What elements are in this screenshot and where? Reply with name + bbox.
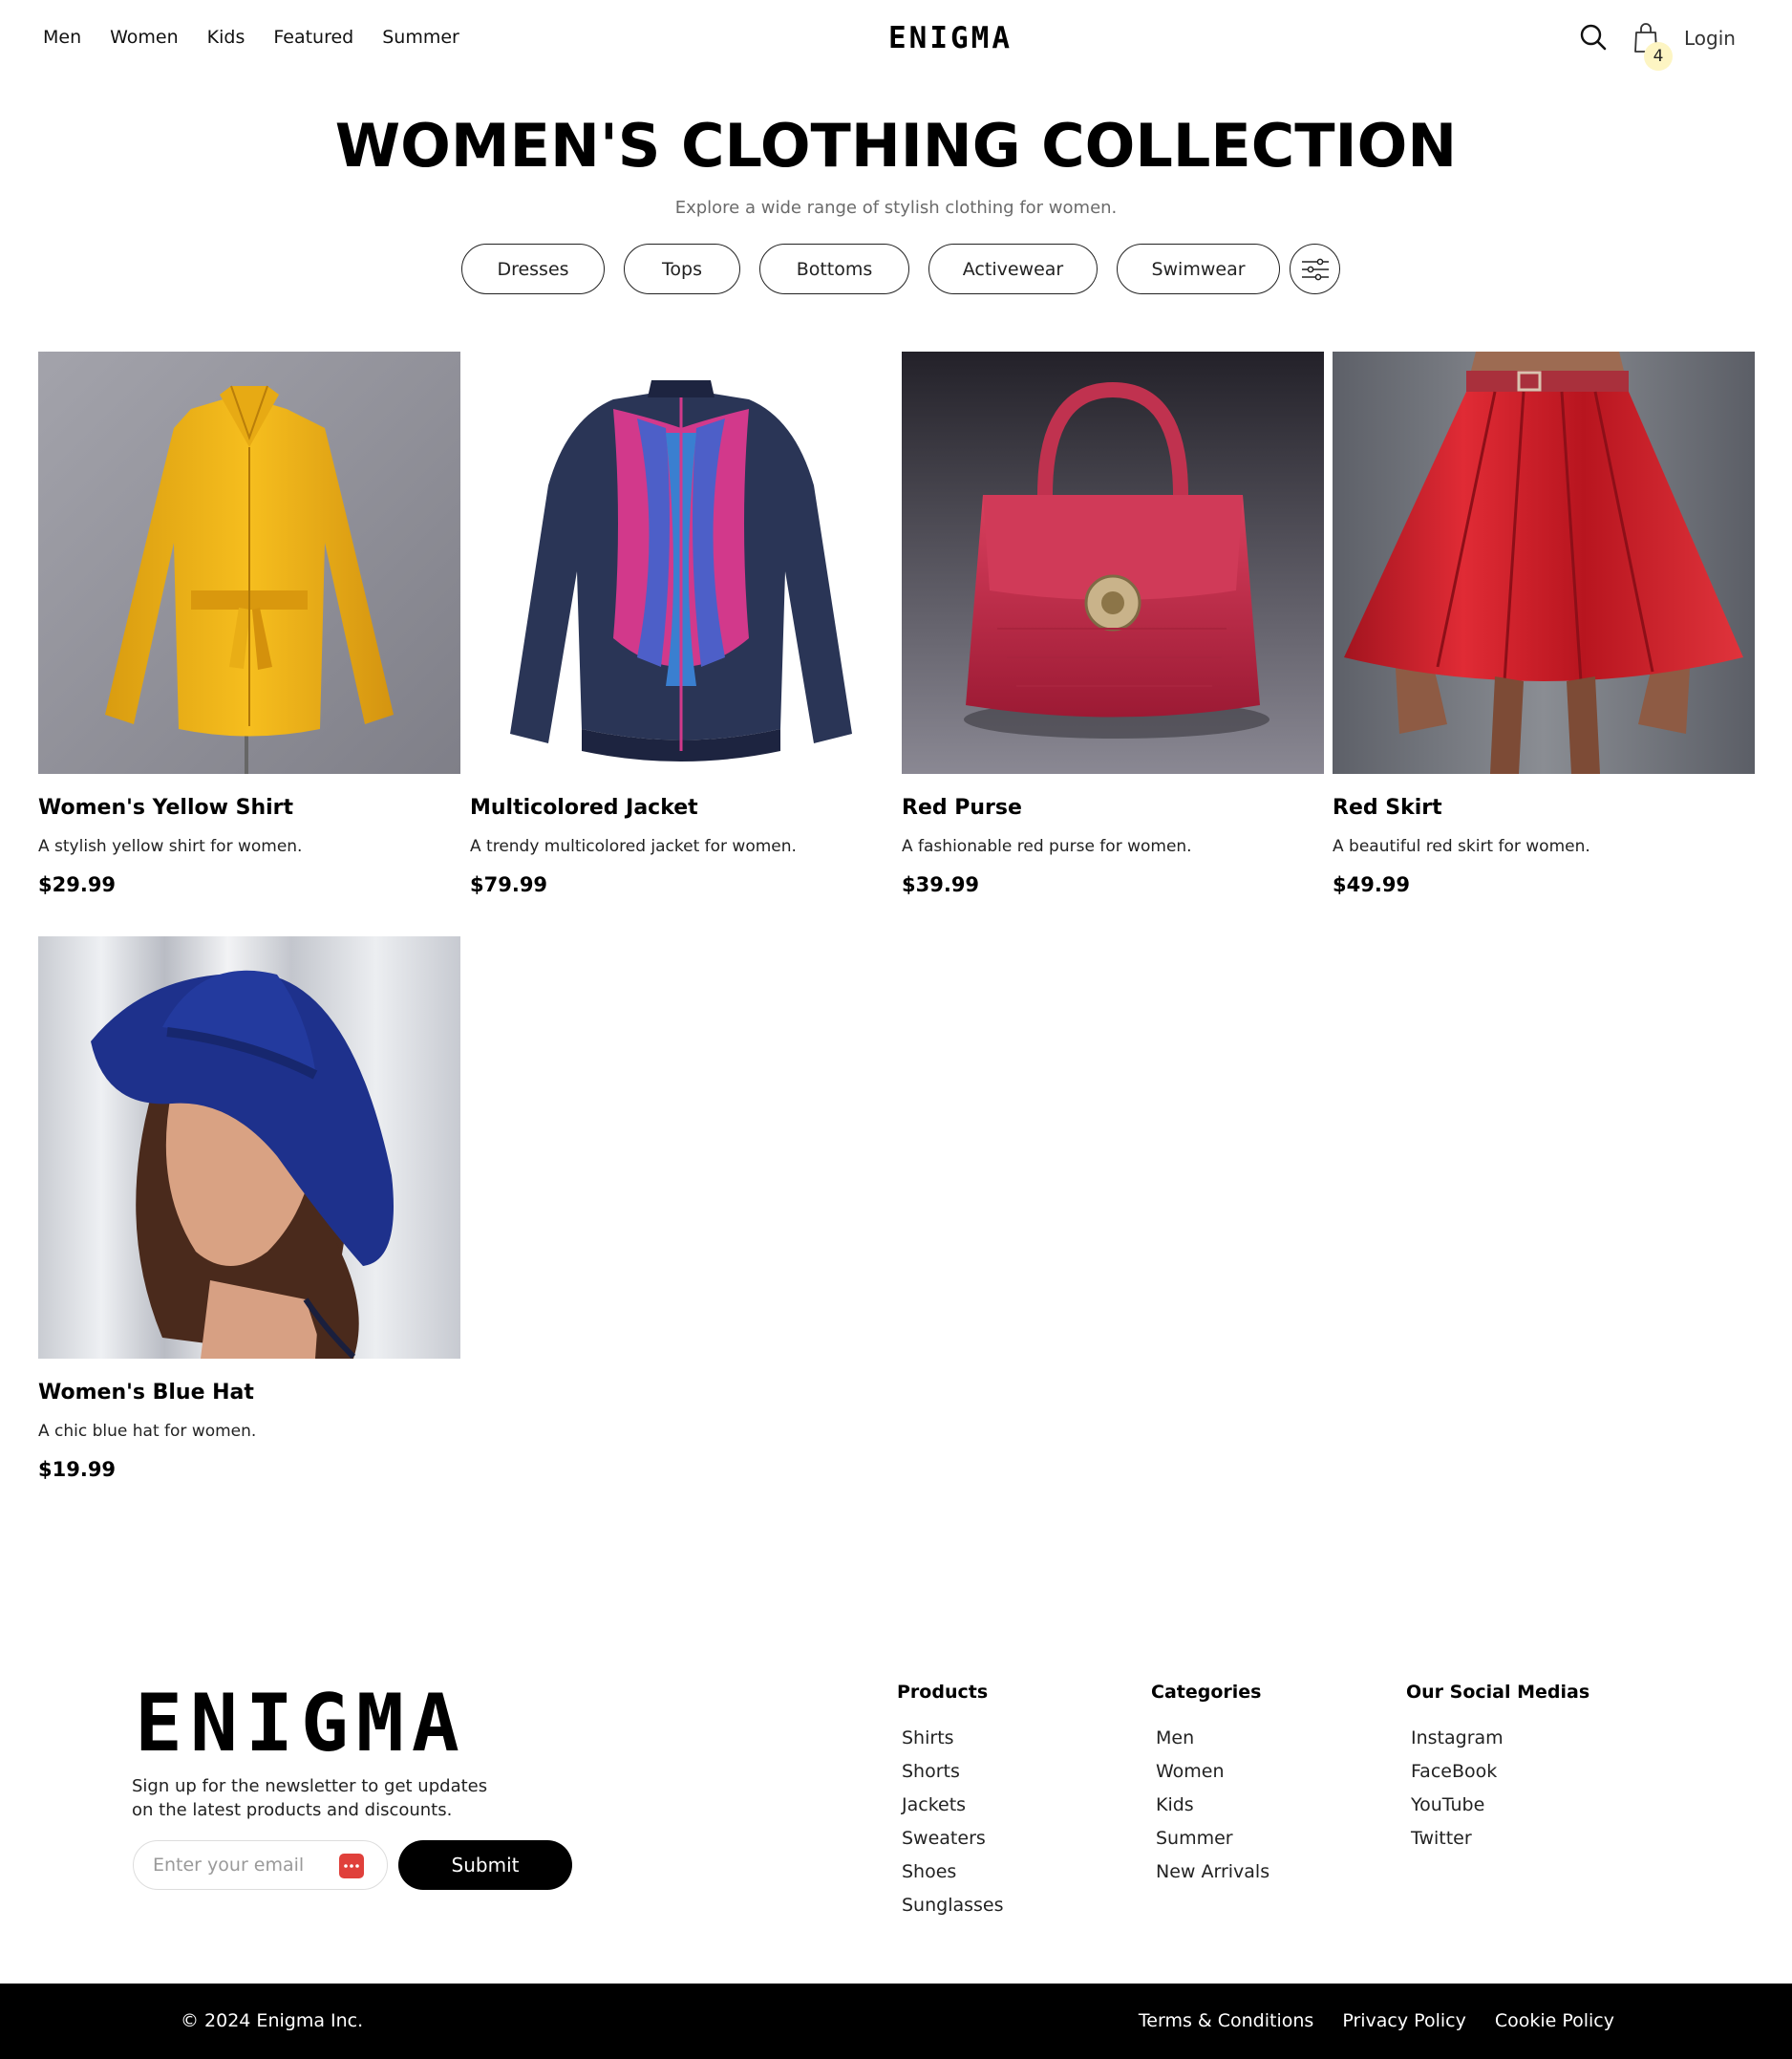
newsletter-text: Sign up for the newsletter to get update… bbox=[132, 1776, 488, 1820]
product-card[interactable]: Multicolored Jacket A trendy multicolore… bbox=[470, 352, 892, 896]
category-filters: Dresses Tops Bottoms Activewear Swimwear bbox=[461, 244, 1340, 294]
product-name[interactable]: Women's Blue Hat bbox=[38, 1381, 254, 1405]
login-link[interactable]: Login bbox=[1684, 27, 1736, 50]
product-price: $39.99 bbox=[902, 873, 980, 896]
product-description: A stylish yellow shirt for women. bbox=[38, 837, 303, 856]
product-price: $79.99 bbox=[470, 873, 548, 896]
privacy-link[interactable]: Privacy Policy bbox=[1342, 2010, 1465, 2031]
product-price: $29.99 bbox=[38, 873, 117, 896]
cookie-link[interactable]: Cookie Policy bbox=[1495, 2010, 1614, 2031]
filter-tops[interactable]: Tops bbox=[624, 244, 740, 294]
product-card[interactable]: Red Purse A fashionable red purse for wo… bbox=[902, 352, 1324, 896]
filter-swimwear[interactable]: Swimwear bbox=[1117, 244, 1280, 294]
footer-link-instagram[interactable]: Instagram bbox=[1411, 1727, 1589, 1761]
terms-link[interactable]: Terms & Conditions bbox=[1139, 2010, 1313, 2031]
filter-options-button[interactable] bbox=[1290, 244, 1340, 294]
nav-link-kids[interactable]: Kids bbox=[207, 27, 245, 48]
cart-count-badge: 4 bbox=[1644, 42, 1673, 71]
copyright-text: © 2024 Enigma Inc. bbox=[181, 2010, 364, 2031]
nav-link-women[interactable]: Women bbox=[110, 27, 179, 48]
submit-button[interactable]: Submit bbox=[398, 1840, 572, 1890]
product-card[interactable]: Red Skirt A beautiful red skirt for wome… bbox=[1333, 352, 1755, 896]
product-card[interactable]: Women's Yellow Shirt A stylish yellow sh… bbox=[38, 352, 460, 896]
email-field-wrapper bbox=[133, 1840, 388, 1890]
footer-link-new-arrivals[interactable]: New Arrivals bbox=[1156, 1861, 1269, 1895]
footer-link-shorts[interactable]: Shorts bbox=[902, 1761, 1004, 1794]
product-image-yellow-shirt[interactable] bbox=[38, 352, 460, 774]
search-icon bbox=[1580, 24, 1607, 51]
filter-activewear[interactable]: Activewear bbox=[928, 244, 1098, 294]
footer-link-shirts[interactable]: Shirts bbox=[902, 1727, 1004, 1761]
footer-column-categories: Categories Men Women Kids Summer New Arr… bbox=[1151, 1682, 1269, 1895]
product-image-red-purse[interactable] bbox=[902, 352, 1324, 774]
product-description: A beautiful red skirt for women. bbox=[1333, 837, 1590, 856]
footer-column-title: Categories bbox=[1151, 1682, 1262, 1703]
legal-links: Terms & Conditions Privacy Policy Cookie… bbox=[1110, 2010, 1614, 2031]
top-navigation: Men Women Kids Featured Summer ENIGMA 4 … bbox=[0, 0, 1792, 80]
product-card[interactable]: Women's Blue Hat A chic blue hat for wom… bbox=[38, 936, 460, 1481]
footer-link-jackets[interactable]: Jackets bbox=[902, 1794, 1004, 1828]
product-description: A trendy multicolored jacket for women. bbox=[470, 837, 797, 856]
site-logo[interactable]: ENIGMA bbox=[888, 21, 1013, 55]
footer-link-facebook[interactable]: FaceBook bbox=[1411, 1761, 1589, 1794]
nav-link-summer[interactable]: Summer bbox=[382, 27, 459, 48]
footer-column-social: Our Social Medias Instagram FaceBook You… bbox=[1406, 1682, 1589, 1861]
footer-column-products: Products Shirts Shorts Jackets Sweaters … bbox=[897, 1682, 1004, 1928]
product-image-multicolored-jacket[interactable] bbox=[470, 352, 892, 774]
footer-column-title: Products bbox=[897, 1682, 989, 1703]
search-button[interactable] bbox=[1579, 23, 1608, 52]
footer-link-women[interactable]: Women bbox=[1156, 1761, 1269, 1794]
filter-dresses[interactable]: Dresses bbox=[461, 244, 605, 294]
page-subtitle: Explore a wide range of stylish clothing… bbox=[674, 198, 1118, 218]
footer-link-men[interactable]: Men bbox=[1156, 1727, 1269, 1761]
footer-link-sweaters[interactable]: Sweaters bbox=[902, 1828, 1004, 1861]
footer-link-twitter[interactable]: Twitter bbox=[1411, 1828, 1589, 1861]
nav-link-men[interactable]: Men bbox=[43, 27, 81, 48]
page-title: WOMEN'S CLOTHING COLLECTION bbox=[334, 111, 1458, 181]
email-field[interactable] bbox=[153, 1854, 325, 1877]
footer-link-summer[interactable]: Summer bbox=[1156, 1828, 1269, 1861]
product-description: A fashionable red purse for women. bbox=[902, 837, 1192, 856]
password-dots-icon[interactable] bbox=[339, 1854, 364, 1878]
product-price: $49.99 bbox=[1333, 873, 1411, 896]
footer-link-youtube[interactable]: YouTube bbox=[1411, 1794, 1589, 1828]
product-name[interactable]: Multicolored Jacket bbox=[470, 796, 698, 820]
filter-sliders-icon bbox=[1301, 258, 1329, 280]
main-nav: Men Women Kids Featured Summer bbox=[43, 27, 488, 48]
footer-link-kids[interactable]: Kids bbox=[1156, 1794, 1269, 1828]
product-name[interactable]: Red Purse bbox=[902, 796, 1022, 820]
filter-bottoms[interactable]: Bottoms bbox=[759, 244, 909, 294]
product-image-red-skirt[interactable] bbox=[1333, 352, 1755, 774]
footer-link-sunglasses[interactable]: Sunglasses bbox=[902, 1895, 1004, 1928]
footer-link-shoes[interactable]: Shoes bbox=[902, 1861, 1004, 1895]
product-name[interactable]: Red Skirt bbox=[1333, 796, 1442, 820]
product-price: $19.99 bbox=[38, 1458, 117, 1481]
product-image-blue-hat[interactable] bbox=[38, 936, 460, 1359]
nav-link-featured[interactable]: Featured bbox=[273, 27, 353, 48]
product-description: A chic blue hat for women. bbox=[38, 1422, 257, 1441]
product-name[interactable]: Women's Yellow Shirt bbox=[38, 796, 293, 820]
footer-bottom-bar: © 2024 Enigma Inc. Terms & Conditions Pr… bbox=[0, 1984, 1792, 2059]
footer-logo[interactable]: ENIGMA bbox=[135, 1684, 467, 1763]
footer-column-title: Our Social Medias bbox=[1406, 1682, 1590, 1703]
